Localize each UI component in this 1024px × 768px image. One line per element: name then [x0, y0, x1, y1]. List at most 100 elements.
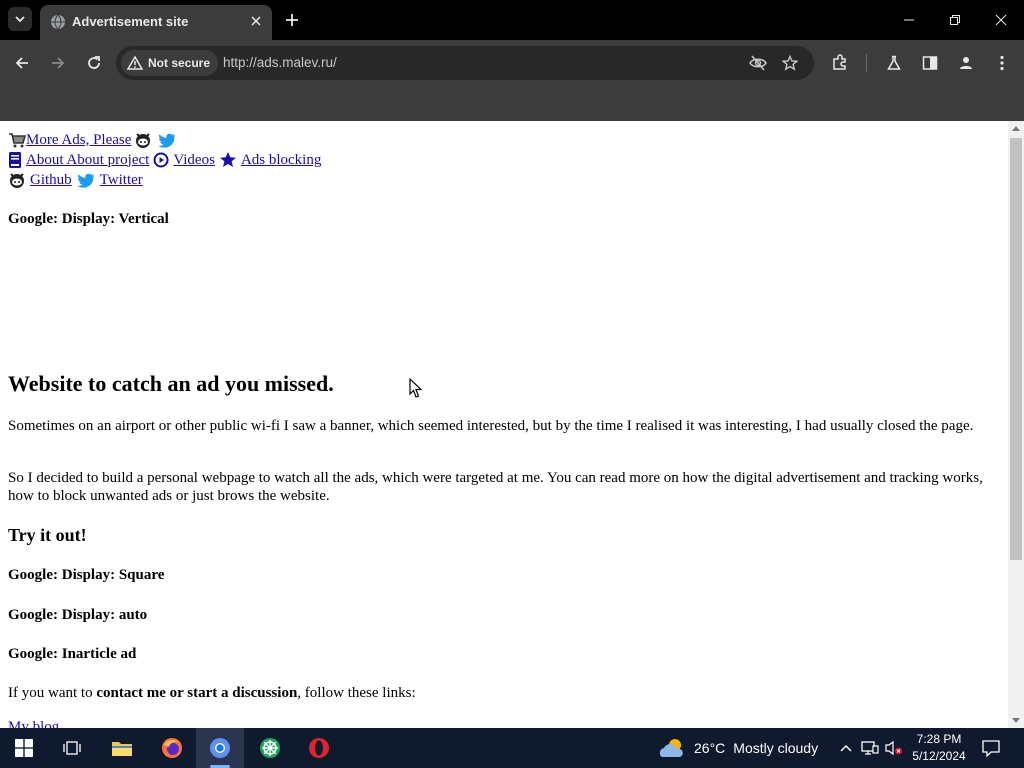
bookmark-star-button[interactable] — [780, 53, 800, 73]
toolbar-divider — [866, 54, 867, 72]
try-heading: Try it out! — [8, 525, 87, 545]
intro-paragraph: Sometimes on an airport or other public … — [8, 418, 974, 434]
minimize-icon — [904, 19, 914, 21]
eye-off-icon — [749, 55, 767, 71]
star-icon — [219, 152, 236, 167]
flask-icon — [887, 55, 901, 70]
videos-link[interactable]: Videos — [153, 151, 215, 169]
tracking-protection-button[interactable] — [748, 53, 768, 73]
book-icon — [9, 152, 21, 168]
minimize-button[interactable] — [886, 0, 932, 40]
about-link[interactable]: About About project — [8, 151, 149, 169]
chrome-icon — [210, 738, 230, 758]
start-button[interactable] — [0, 728, 48, 768]
cart-icon — [9, 133, 26, 148]
github-icon[interactable] — [134, 131, 152, 149]
contact-suffix: , follow these links: — [297, 685, 416, 701]
tab-active[interactable]: Advertisement site — [40, 5, 272, 40]
main-heading: Website to catch an ad you missed. — [8, 371, 334, 396]
reload-icon — [88, 56, 100, 69]
arrow-right-icon — [52, 57, 65, 69]
forward-button[interactable] — [44, 49, 72, 77]
twitter-label: Twitter — [99, 171, 143, 188]
task-view-icon — [63, 741, 81, 755]
notification-icon — [982, 740, 1000, 757]
network-button[interactable] — [860, 738, 880, 758]
plus-icon — [286, 14, 298, 26]
folder-icon — [112, 742, 132, 756]
globe-icon — [51, 14, 65, 30]
security-chip[interactable]: Not secure — [121, 50, 219, 76]
puzzle-icon — [833, 54, 846, 70]
opera-icon — [309, 738, 329, 758]
weather-temp: 26°C — [694, 740, 726, 756]
tab-close-button[interactable] — [248, 13, 264, 29]
arrow-left-icon — [15, 57, 28, 69]
purpose-paragraph: So I decided to build a personal webpage… — [8, 470, 983, 504]
app-green-button[interactable] — [246, 728, 294, 768]
opera-button[interactable] — [295, 728, 343, 768]
close-window-button[interactable] — [978, 0, 1024, 40]
taskbar: 26°C Mostly cloudy 7:28 PM 5/12/2024 — [0, 728, 1024, 768]
volume-button[interactable] — [884, 738, 904, 758]
side-panel-icon — [922, 56, 938, 70]
new-tab-button[interactable] — [280, 8, 304, 32]
url-text[interactable]: http://ads.malev.ru/ — [223, 55, 337, 70]
page-scrollbar[interactable] — [1008, 121, 1024, 728]
tab-strip: Advertisement site — [0, 0, 1024, 40]
close-icon — [251, 16, 261, 26]
videos-label: Videos — [173, 151, 215, 168]
windows-icon — [15, 739, 33, 757]
notifications-button[interactable] — [980, 738, 1002, 758]
extensions-button[interactable] — [826, 49, 854, 77]
github-icon — [10, 173, 24, 188]
file-explorer-button[interactable] — [98, 728, 146, 768]
close-icon — [995, 14, 1007, 26]
github-link[interactable]: Github — [8, 171, 72, 189]
cloudy-weather-icon — [659, 739, 683, 757]
nav-line-2: About About project Videos Ads blocking — [8, 150, 321, 170]
network-icon — [861, 741, 879, 755]
back-button[interactable] — [8, 49, 36, 77]
weather-widget[interactable]: 26°C Mostly cloudy — [658, 728, 818, 768]
tab-search-button[interactable] — [8, 7, 32, 31]
gear-app-icon — [260, 738, 280, 758]
tab-title: Advertisement site — [72, 14, 189, 29]
scroll-up-arrow[interactable] — [1012, 126, 1020, 131]
side-panel-button[interactable] — [916, 49, 944, 77]
address-bar[interactable]: Not secure http://ads.malev.ru/ — [116, 46, 814, 80]
system-clock[interactable]: 7:28 PM 5/12/2024 — [908, 731, 970, 765]
ad-square-heading: Google: Display: Square — [8, 567, 165, 583]
twitter-link[interactable]: Twitter — [76, 171, 143, 189]
kebab-menu-icon — [1000, 55, 1004, 71]
twitter-icon[interactable] — [158, 131, 176, 149]
reload-button[interactable] — [80, 49, 108, 77]
task-view-button[interactable] — [48, 728, 96, 768]
tray-overflow-button[interactable] — [836, 738, 856, 758]
about-label: About About project — [26, 151, 150, 168]
chevron-up-icon — [840, 745, 852, 752]
restore-button[interactable] — [932, 0, 978, 40]
firefox-icon — [162, 738, 182, 758]
more-ads-link[interactable]: More Ads, Please — [8, 131, 131, 149]
ads-blocking-link[interactable]: Ads blocking — [219, 151, 321, 169]
clock-time: 7:28 PM — [916, 732, 962, 746]
ads-blocking-label: Ads blocking — [240, 151, 322, 168]
warning-icon — [127, 56, 143, 70]
speaker-muted-icon — [885, 740, 902, 756]
labs-button[interactable] — [880, 49, 908, 77]
profile-button[interactable] — [952, 49, 980, 77]
scroll-down-arrow[interactable] — [1012, 718, 1020, 723]
menu-button[interactable] — [988, 49, 1016, 77]
scroll-thumb[interactable] — [1010, 138, 1022, 560]
restore-icon — [950, 15, 960, 25]
security-label: Not secure — [148, 56, 211, 70]
mouse-cursor-icon — [409, 378, 423, 398]
weather-desc: Mostly cloudy — [733, 740, 819, 756]
blog-link[interactable]: My blog — [8, 719, 59, 728]
nav-line-3: Github Twitter — [8, 170, 143, 190]
contact-prefix: If you want to — [8, 685, 97, 701]
firefox-button[interactable] — [148, 728, 196, 768]
contact-line: If you want to contact me or start a dis… — [8, 685, 416, 702]
chrome-button[interactable] — [196, 728, 244, 768]
